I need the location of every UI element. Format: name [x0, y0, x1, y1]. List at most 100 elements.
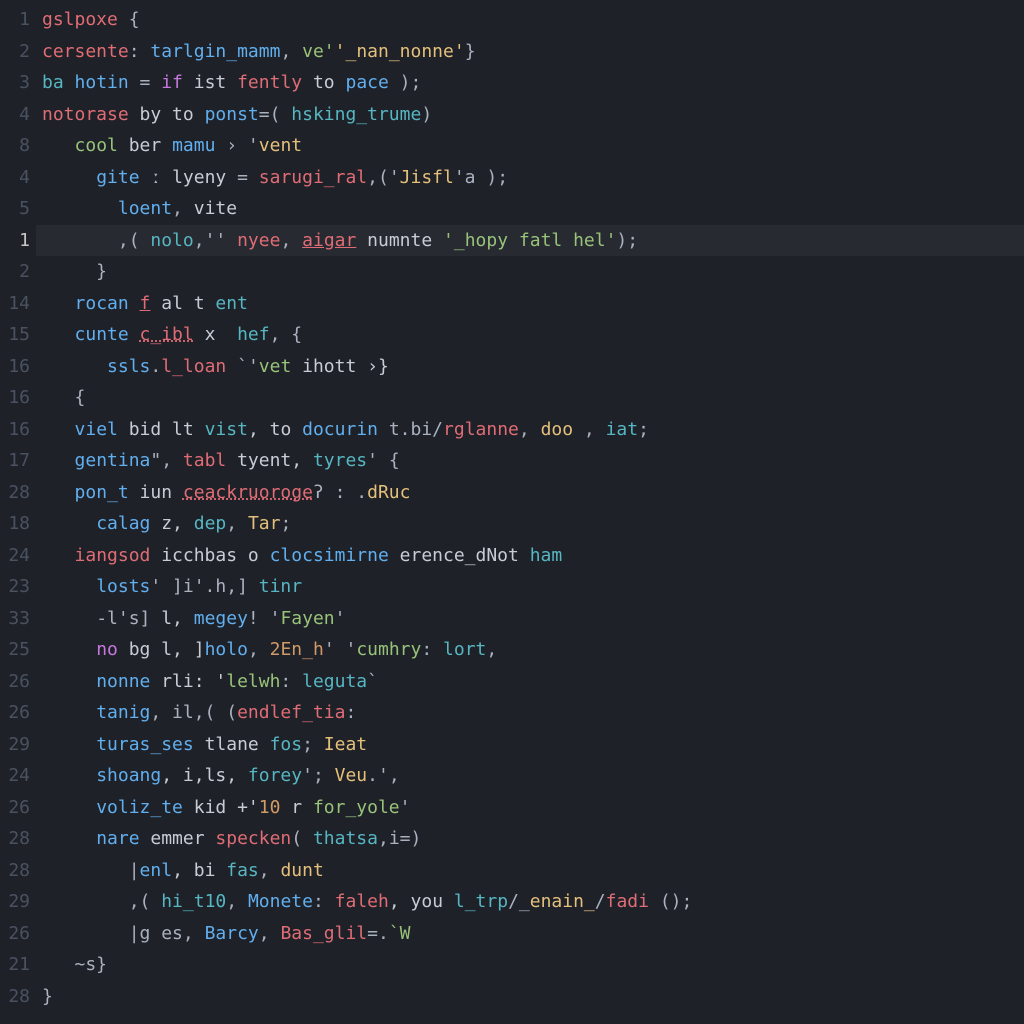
line-number: 17 — [0, 445, 30, 477]
code-token: bg l, ] — [118, 639, 205, 660]
code-line[interactable]: shoang, i,ls, forey'; Veu.', — [42, 760, 1024, 792]
code-token: , — [486, 639, 497, 660]
code-token: vent — [259, 135, 302, 156]
code-token — [42, 797, 96, 818]
code-token: Barcy — [205, 923, 259, 944]
code-token: hotin — [75, 72, 129, 93]
line-number: 5 — [0, 193, 30, 225]
code-token: ; — [280, 513, 291, 534]
code-token: = — [129, 72, 162, 93]
line-number: 33 — [0, 603, 30, 635]
code-line[interactable]: ,( nolo,'' nyee, aigar numnte '_hopy fat… — [42, 225, 1024, 257]
code-line[interactable]: |g es, Barcy, Bas_glil=.`W — [42, 918, 1024, 950]
code-token: Fayen — [280, 608, 334, 629]
code-token: faleh — [335, 891, 389, 912]
code-line[interactable]: no bg l, ]holo, 2En_h' 'cumhry: lort, — [42, 634, 1024, 666]
code-token: } — [42, 261, 107, 282]
code-line[interactable]: gslpoxe { — [42, 4, 1024, 36]
code-line[interactable]: losts' ]i'.h,] tinr — [42, 571, 1024, 603]
code-token: { — [42, 387, 85, 408]
code-token — [42, 324, 75, 345]
line-number: 1 — [0, 225, 30, 257]
code-token: ,'' — [194, 230, 237, 251]
code-token: , il,( ( — [150, 702, 237, 723]
code-token: viel — [75, 419, 118, 440]
code-token: `W — [389, 923, 411, 944]
code-line[interactable]: ssls.l_loan `'vet ihott ›} — [42, 351, 1024, 383]
code-line[interactable]: ba hotin = if ist fently to pace ); — [42, 67, 1024, 99]
code-token — [42, 135, 75, 156]
code-line[interactable]: ,( hi_t10, Monete: faleh, you l_trp/_ena… — [42, 886, 1024, 918]
code-token: ba — [42, 72, 75, 93]
code-token: ,( — [42, 230, 150, 251]
code-editor[interactable]: 1234845121415161616172818242333252626292… — [0, 0, 1024, 1024]
code-line[interactable]: cersente: tarlgin_mamm, ve''_nan_nonne'} — [42, 36, 1024, 68]
code-token: ,( — [42, 891, 161, 912]
code-token — [42, 734, 96, 755]
code-token: |g es, — [42, 923, 205, 944]
code-line[interactable]: notorase by to ponst=( hsking_trume) — [42, 99, 1024, 131]
code-token: , { — [270, 324, 303, 345]
line-number: 3 — [0, 67, 30, 99]
code-line[interactable]: turas_ses tlane fos; Ieat — [42, 729, 1024, 761]
code-token: fently — [237, 72, 302, 93]
code-token: r — [280, 797, 313, 818]
code-line[interactable]: iangsod icchbas o clocsimirne erence_dNo… — [42, 540, 1024, 572]
code-token: ; — [302, 734, 324, 755]
line-number: 25 — [0, 634, 30, 666]
code-token: | — [42, 860, 140, 881]
code-line[interactable]: gentina", tabl tyent, tyres' { — [42, 445, 1024, 477]
code-token: megey — [194, 608, 248, 629]
code-token — [42, 293, 75, 314]
code-token: ist — [183, 72, 237, 93]
code-line[interactable]: } — [42, 981, 1024, 1013]
code-line[interactable]: voliz_te kid +'10 r for_yole' — [42, 792, 1024, 824]
code-line[interactable]: -l's] l, megey! 'Fayen' — [42, 603, 1024, 635]
code-line[interactable]: } — [42, 256, 1024, 288]
code-area[interactable]: gslpoxe {cersente: tarlgin_mamm, ve''_na… — [42, 4, 1024, 1024]
code-line[interactable]: calag z, dep, Tar; — [42, 508, 1024, 540]
line-number: 18 — [0, 508, 30, 540]
line-number: 16 — [0, 382, 30, 414]
line-number-gutter: 1234845121415161616172818242333252626292… — [0, 4, 42, 1024]
code-line[interactable]: viel bid lt vist, to docurin t.bi/rglann… — [42, 414, 1024, 446]
code-line[interactable]: gite ː lyeny = sarugi_ral,('Jisfl'a ); — [42, 162, 1024, 194]
code-line[interactable]: nare emmer specken( thatsa,i=) — [42, 823, 1024, 855]
code-line[interactable]: ~s} — [42, 949, 1024, 981]
code-token: gslpoxe — [42, 9, 118, 30]
code-token: iun — [129, 482, 183, 503]
code-token: : — [313, 891, 335, 912]
code-line[interactable]: tanig, il,( (endlef_tia: — [42, 697, 1024, 729]
code-token: , i,ls, — [161, 765, 248, 786]
code-line[interactable]: |enl, bi fas, dunt — [42, 855, 1024, 887]
code-token: notorase — [42, 104, 129, 125]
code-token: ); — [616, 230, 638, 251]
code-token: : — [129, 41, 151, 62]
code-line[interactable]: pon_t iun ceackruorogeʔ : .dRuc — [42, 477, 1024, 509]
code-token — [42, 356, 107, 377]
line-number: 29 — [0, 886, 30, 918]
code-token: numnte — [356, 230, 443, 251]
code-line[interactable]: loent, vite — [42, 193, 1024, 225]
code-token: 10 — [259, 797, 281, 818]
line-number: 28 — [0, 477, 30, 509]
code-token — [42, 702, 96, 723]
code-token: '_nan_nonne' — [335, 41, 465, 62]
code-line[interactable]: { — [42, 382, 1024, 414]
code-token: doo — [541, 419, 574, 440]
code-line[interactable]: rocan f al t ent — [42, 288, 1024, 320]
code-token: iangsod — [75, 545, 151, 566]
code-token: Veu — [335, 765, 368, 786]
code-token: , — [280, 41, 302, 62]
code-token — [42, 828, 96, 849]
code-line[interactable]: cool ber mamu › 'vent — [42, 130, 1024, 162]
code-token: , — [280, 230, 302, 251]
code-line[interactable]: cunte c_ibl x hef, { — [42, 319, 1024, 351]
code-line[interactable]: nonne rli: 'lelwh: leguta` — [42, 666, 1024, 698]
line-number: 16 — [0, 351, 30, 383]
line-number: 4 — [0, 99, 30, 131]
code-token: ); — [389, 72, 422, 93]
code-token — [42, 671, 96, 692]
code-token: tyent, — [226, 450, 313, 471]
code-token: docurin — [302, 419, 378, 440]
